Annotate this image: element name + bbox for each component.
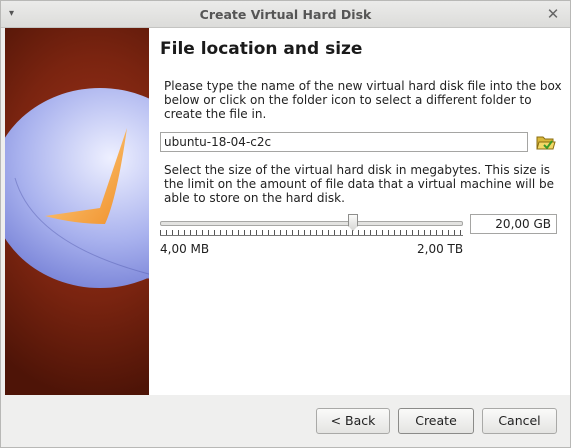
- slider-min-label: 4,00 MB: [160, 242, 210, 256]
- slider-handle[interactable]: [348, 214, 358, 231]
- choose-folder-button[interactable]: [535, 132, 557, 152]
- close-icon[interactable]: ✕: [546, 6, 560, 22]
- button-bar: < Back Create Cancel: [1, 395, 570, 447]
- dialog-window: ▾ Create Virtual Hard Disk ✕ File locati…: [0, 0, 571, 448]
- main-content: File location and size Please type the n…: [149, 28, 570, 395]
- back-button[interactable]: < Back: [316, 408, 390, 434]
- titlebar: ▾ Create Virtual Hard Disk ✕: [1, 1, 570, 28]
- page-title: File location and size: [160, 39, 363, 59]
- hard-disk-illustration: [5, 28, 149, 395]
- folder-open-icon: [536, 136, 556, 150]
- slider-groove: [160, 221, 463, 226]
- location-instructions: Please type the name of the new virtual …: [164, 79, 562, 121]
- slider-max-label: 2,00 TB: [417, 242, 464, 256]
- hard-disk-pie-icon: [5, 88, 149, 288]
- slider-tick-baseline: [160, 235, 463, 236]
- disk-size-slider[interactable]: [160, 214, 463, 238]
- size-instructions: Select the size of the virtual hard disk…: [164, 163, 554, 205]
- disk-size-input[interactable]: [470, 214, 557, 234]
- file-location-input[interactable]: [160, 132, 528, 152]
- create-button[interactable]: Create: [398, 408, 474, 434]
- cancel-button[interactable]: Cancel: [482, 408, 557, 434]
- window-title: Create Virtual Hard Disk: [199, 7, 372, 22]
